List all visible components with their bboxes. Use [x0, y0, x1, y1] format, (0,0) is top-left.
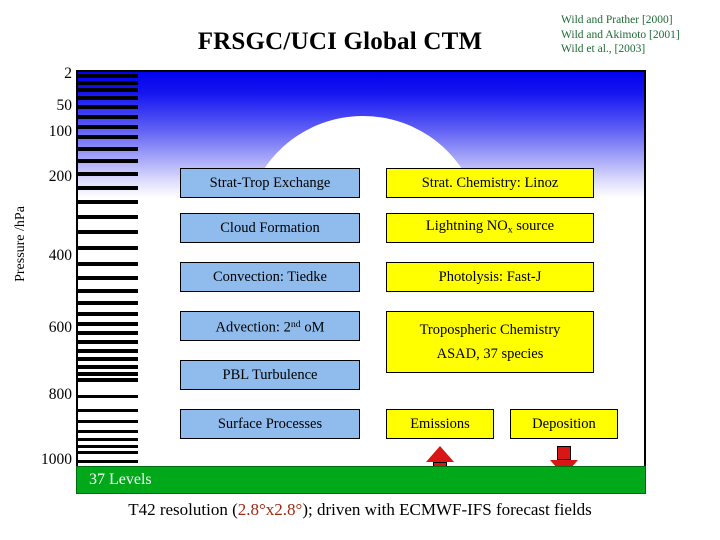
model-level-line [78, 276, 138, 280]
model-level-line [78, 321, 138, 326]
y-tick-800: 800 [48, 386, 72, 404]
process-box-strat-trop-exchange[interactable]: Strat-Trop Exchange [180, 168, 360, 198]
model-level-line [78, 378, 138, 383]
model-level-line [78, 81, 138, 86]
box-label: Deposition [532, 415, 596, 432]
process-box-photolysis[interactable]: Photolysis: Fast-J [386, 262, 594, 292]
model-level-line [78, 288, 138, 293]
caption-after: ); driven with ECMWF-IFS forecast fields [302, 500, 592, 519]
model-level-line [78, 88, 138, 93]
emissions-arrow-head-icon [426, 446, 454, 462]
model-level-line [78, 429, 138, 433]
box-label-line2: ASAD, 37 species [436, 345, 544, 362]
box-label: Emissions [410, 415, 470, 432]
y-tick-400: 400 [48, 246, 72, 264]
y-axis-line [76, 70, 78, 468]
box-label: Photolysis: Fast-J [438, 268, 542, 285]
surface-bar: 37 Levels [76, 466, 646, 494]
box-label: Convection: Tiedke [213, 268, 327, 285]
y-tick-200: 200 [48, 167, 72, 185]
process-box-pbl-turbulence[interactable]: PBL Turbulence [180, 360, 360, 390]
y-tick-1000: 1000 [41, 451, 72, 468]
model-level-line [78, 114, 138, 119]
box-label: Advection: 2nd oM [215, 318, 325, 336]
box-label-line1: Tropospheric Chemistry [419, 321, 561, 338]
process-box-deposition[interactable]: Deposition [510, 409, 618, 439]
model-level-line [78, 147, 138, 151]
y-tick-600: 600 [48, 318, 72, 336]
box-label: Strat-Trop Exchange [209, 174, 331, 191]
deposition-arrow-stem [557, 446, 571, 460]
reference-item: Wild and Prather [2000] [561, 14, 673, 26]
model-level-line [78, 246, 138, 251]
model-level-line [78, 371, 138, 376]
model-level-line [78, 364, 138, 369]
model-level-line [78, 340, 138, 345]
box-label: Lightning NOx source [425, 217, 555, 236]
box-label: Cloud Formation [220, 219, 320, 236]
model-level-line [78, 200, 138, 205]
page-title: FRSGC/UCI Global CTM [197, 28, 483, 55]
model-level-line [78, 96, 138, 101]
model-level-line [78, 408, 138, 412]
y-axis-tick-group: 2 50 100 200 400 600 800 1000 [0, 0, 76, 540]
model-level-line [78, 300, 138, 305]
process-box-emissions[interactable]: Emissions [386, 409, 494, 439]
reference-item: Wild et al., [2003] [561, 43, 646, 55]
process-box-convection[interactable]: Convection: Tiedke [180, 262, 360, 292]
model-level-line [78, 185, 138, 190]
model-level-line [78, 135, 138, 140]
ordinal-suffix: nd [290, 318, 301, 330]
model-level-line [78, 437, 138, 441]
box-label: Strat. Chemistry: Linoz [421, 174, 559, 191]
model-level-line [78, 349, 138, 353]
box-label: PBL Turbulence [222, 366, 318, 383]
model-level-line [78, 124, 138, 129]
reference-item: Wild and Akimoto [2001] [561, 28, 680, 41]
process-box-lightning-nox[interactable]: Lightning NOx source [386, 213, 594, 243]
vertical-level-chart: Strat-Trop Exchange Cloud Formation Conv… [76, 70, 646, 476]
process-box-surface-processes[interactable]: Surface Processes [180, 409, 360, 439]
caption: T42 resolution (2.8°x2.8°); driven with … [0, 500, 720, 520]
model-level-line [78, 395, 138, 399]
slide-canvas: FRSGC/UCI Global CTM Wild and Prather [2… [0, 0, 720, 540]
model-level-line [78, 214, 138, 219]
caption-resolution: 2.8°x2.8° [237, 500, 303, 519]
model-level-line [78, 419, 138, 423]
box-label: Surface Processes [217, 415, 323, 432]
reference-list: Wild and Prather [2000] Wild and Akimoto… [561, 13, 717, 57]
process-box-advection[interactable]: Advection: 2nd oM [180, 311, 360, 341]
process-box-strat-chemistry[interactable]: Strat. Chemistry: Linoz [386, 168, 594, 198]
model-level-line [78, 262, 138, 267]
plot-right-border [644, 70, 646, 468]
model-level-line [78, 460, 138, 463]
y-tick-50: 50 [56, 97, 73, 115]
model-level-line [78, 331, 138, 336]
model-level-line [78, 172, 138, 177]
process-box-tropospheric-chemistry[interactable]: Tropospheric Chemistry ASAD, 37 species [386, 311, 594, 373]
process-box-cloud-formation[interactable]: Cloud Formation [180, 213, 360, 243]
model-level-line [78, 230, 138, 235]
model-level-line [78, 311, 138, 316]
model-level-line [78, 159, 138, 164]
y-tick-2: 2 [64, 65, 72, 82]
model-level-line [78, 444, 138, 448]
model-level-line [78, 105, 138, 109]
y-tick-100: 100 [48, 122, 72, 140]
plot-top-border [76, 70, 646, 72]
surface-label: 37 Levels [89, 471, 152, 488]
model-level-line [78, 451, 138, 455]
model-level-line [78, 74, 138, 78]
caption-before: T42 resolution ( [128, 500, 238, 519]
model-level-line [78, 357, 138, 362]
